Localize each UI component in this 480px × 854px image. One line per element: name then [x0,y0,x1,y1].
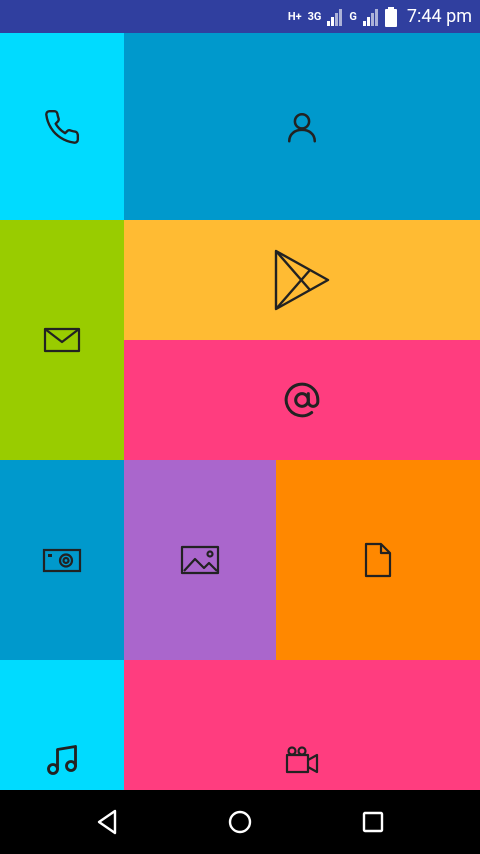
play-store-tile[interactable] [124,220,480,340]
at-sign-icon [284,382,320,418]
mail-tile[interactable] [0,220,124,460]
status-bar: H+ 3G G 7:44 pm [0,0,480,33]
gallery-tile[interactable] [124,460,276,660]
clock-time: 7:44 pm [406,6,472,27]
image-icon [180,545,220,575]
back-triangle-icon[interactable] [93,808,121,836]
network-type-label-3g: 3G [307,10,322,23]
music-tile[interactable] [0,660,124,790]
document-icon [364,542,392,578]
camera-tile[interactable] [0,460,124,660]
network-type-label: H+ [287,10,302,23]
person-icon [287,112,317,142]
envelope-icon [43,327,81,353]
signal-strength-icon [327,8,343,26]
navigation-bar [0,790,480,854]
contacts-tile[interactable] [124,33,480,220]
play-store-icon [274,249,330,311]
music-note-icon [47,745,77,775]
camera-icon [42,548,82,573]
phone-tile[interactable] [0,33,124,220]
video-tile[interactable] [124,660,480,790]
phone-icon [45,109,80,144]
video-camera-icon [285,746,319,774]
battery-icon [384,6,397,27]
signal-strength-icon-2 [362,8,378,26]
recents-square-icon[interactable] [359,808,387,836]
home-circle-icon[interactable] [226,808,254,836]
email-at-tile[interactable] [124,340,480,460]
files-tile[interactable] [276,460,480,660]
network-type-label-g: G [349,10,357,23]
